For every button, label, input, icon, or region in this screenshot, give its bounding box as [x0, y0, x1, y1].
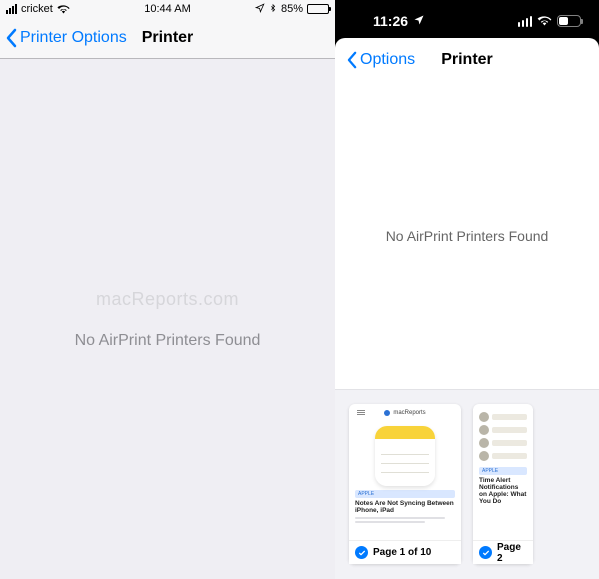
nav-title: Printer [142, 29, 194, 47]
wifi-icon [57, 4, 70, 14]
checkmark-icon[interactable] [479, 546, 492, 559]
chevron-left-icon [347, 51, 358, 69]
nav-bar: Printer Options Printer [0, 18, 335, 59]
modal-sheet: Options Printer No AirPrint Printers Fou… [335, 38, 599, 579]
page-thumbnail[interactable]: macReports APPLE Notes Are Not Syncing B… [349, 404, 461, 564]
back-label: Printer Options [20, 29, 127, 47]
battery-pct: 43 [565, 17, 574, 26]
page-indicator: Page 1 of 10 [373, 547, 431, 558]
menu-icon [357, 410, 365, 415]
wifi-icon [537, 13, 552, 29]
page-footer: Page 1 of 10 [349, 540, 461, 564]
clock: 10:44 AM [144, 3, 190, 15]
site-logo-icon [384, 410, 390, 416]
notes-app-icon [375, 426, 435, 486]
article-title: Time Alert Notifications on Apple: What … [479, 477, 527, 506]
cellular-signal-icon [6, 4, 17, 14]
watermark-text: macReports.com [96, 289, 239, 310]
page-thumbnail[interactable]: APPLE Time Alert Notifications on Apple:… [473, 404, 533, 564]
cellular-signal-icon [518, 16, 533, 27]
newer-ios-screen: 11:26 43 Options Printer No AirPrin [335, 0, 599, 579]
battery-icon: 43 [557, 15, 581, 27]
no-printers-message: No AirPrint Printers Found [75, 332, 261, 350]
battery-icon [307, 4, 329, 14]
battery-pct: 85% [281, 3, 303, 15]
bluetooth-icon [269, 2, 277, 17]
nav-title: Printer [441, 51, 493, 69]
content-preview [479, 412, 527, 461]
content-area: No AirPrint Printers Found [335, 82, 599, 389]
carrier-label: cricket [21, 3, 53, 15]
chevron-left-icon [6, 28, 18, 48]
category-tag: APPLE [355, 490, 455, 498]
category-tag: APPLE [479, 467, 527, 475]
location-arrow-icon [413, 13, 425, 29]
page-footer: Page 2 [473, 540, 533, 564]
checkmark-icon[interactable] [355, 546, 368, 559]
content-area: macReports.com No AirPrint Printers Foun… [0, 59, 335, 579]
page-indicator: Page 2 [497, 542, 527, 564]
status-bar: 11:26 43 [335, 0, 599, 38]
article-title: Notes Are Not Syncing Between iPhone, iP… [355, 500, 455, 514]
nav-bar: Options Printer [335, 38, 599, 82]
page-preview-tray[interactable]: macReports APPLE Notes Are Not Syncing B… [335, 389, 599, 579]
status-bar: cricket 10:44 AM 85% [0, 0, 335, 18]
back-button[interactable]: Options [347, 51, 415, 69]
back-label: Options [360, 51, 415, 69]
clock: 11:26 [373, 13, 408, 29]
location-arrow-icon [255, 3, 265, 16]
no-printers-message: No AirPrint Printers Found [386, 228, 549, 244]
older-ios-screen: cricket 10:44 AM 85% Printer Options Pri… [0, 0, 335, 579]
back-button[interactable]: Printer Options [6, 28, 127, 48]
text-lines [355, 517, 455, 523]
